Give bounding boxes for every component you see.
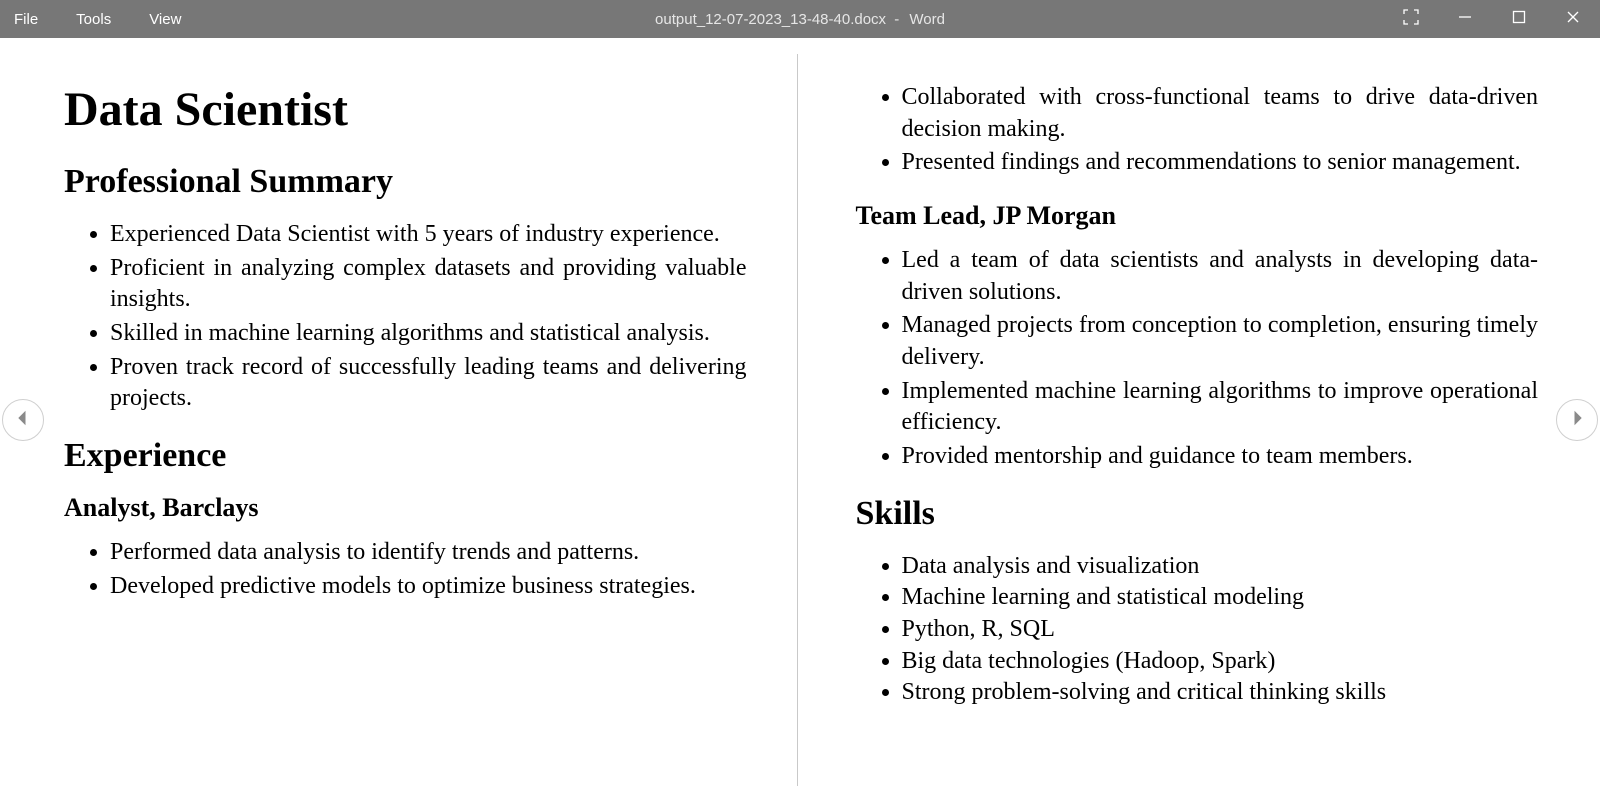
document-area: Data Scientist Professional Summary Expe… bbox=[0, 38, 1600, 802]
app-name: Word bbox=[909, 11, 945, 28]
list-item: Machine learning and statistical modelin… bbox=[902, 582, 1541, 614]
document-filename: output_12-07-2023_13-48-40.docx bbox=[655, 11, 886, 28]
list-item: Collaborated with cross-functional teams… bbox=[902, 82, 1541, 145]
menu-tools[interactable]: Tools bbox=[76, 11, 111, 28]
section-heading-experience: Experience bbox=[64, 437, 749, 475]
list-item: Developed predictive models to optimize … bbox=[110, 571, 749, 603]
menu-bar: File Tools View bbox=[0, 11, 181, 28]
list-item: Provided mentorship and guidance to team… bbox=[902, 441, 1541, 473]
window-title: output_12-07-2023_13-48-40.docx - Word bbox=[655, 11, 945, 28]
list-item: Led a team of data scientists and analys… bbox=[902, 245, 1541, 308]
section-heading-skills: Skills bbox=[856, 495, 1541, 533]
fullscreen-icon bbox=[1403, 9, 1419, 29]
minimize-button[interactable] bbox=[1438, 0, 1492, 38]
list-item: Managed projects from conception to comp… bbox=[902, 310, 1541, 373]
list-item: Implemented machine learning algorithms … bbox=[902, 376, 1541, 439]
titlebar: File Tools View output_12-07-2023_13-48-… bbox=[0, 0, 1600, 38]
maximize-icon bbox=[1512, 10, 1526, 28]
list-item: Proficient in analyzing complex datasets… bbox=[110, 253, 749, 316]
menu-view[interactable]: View bbox=[149, 11, 181, 28]
column-left: Data Scientist Professional Summary Expe… bbox=[0, 38, 797, 802]
document-columns: Data Scientist Professional Summary Expe… bbox=[0, 38, 1600, 802]
summary-list: Experienced Data Scientist with 5 years … bbox=[64, 219, 749, 415]
list-item: Experienced Data Scientist with 5 years … bbox=[110, 219, 749, 251]
list-item: Python, R, SQL bbox=[902, 614, 1541, 646]
jpmorgan-list: Led a team of data scientists and analys… bbox=[856, 245, 1541, 473]
job-heading-barclays: Analyst, Barclays bbox=[64, 493, 749, 523]
list-item: Data analysis and visualization bbox=[902, 551, 1541, 583]
minimize-icon bbox=[1458, 10, 1472, 28]
menu-file[interactable]: File bbox=[14, 11, 38, 28]
list-item: Strong problem-solving and critical thin… bbox=[902, 677, 1541, 709]
close-button[interactable] bbox=[1546, 0, 1600, 38]
barclays-list-cont: Collaborated with cross-functional teams… bbox=[856, 82, 1541, 179]
title-separator: - bbox=[890, 11, 905, 28]
list-item: Proven track record of successfully lead… bbox=[110, 352, 749, 415]
column-right: Collaborated with cross-functional teams… bbox=[798, 38, 1600, 802]
barclays-list: Performed data analysis to identify tren… bbox=[64, 537, 749, 602]
maximize-button[interactable] bbox=[1492, 0, 1546, 38]
section-heading-summary: Professional Summary bbox=[64, 163, 749, 201]
job-heading-jpmorgan: Team Lead, JP Morgan bbox=[856, 201, 1541, 231]
list-item: Big data technologies (Hadoop, Spark) bbox=[902, 646, 1541, 678]
page-title: Data Scientist bbox=[64, 82, 749, 137]
list-item: Presented findings and recommendations t… bbox=[902, 147, 1541, 179]
window-controls bbox=[1384, 0, 1600, 38]
close-icon bbox=[1566, 10, 1580, 28]
list-item: Performed data analysis to identify tren… bbox=[110, 537, 749, 569]
list-item: Skilled in machine learning algorithms a… bbox=[110, 318, 749, 350]
skills-list: Data analysis and visualization Machine … bbox=[856, 551, 1541, 709]
fullscreen-button[interactable] bbox=[1384, 0, 1438, 38]
